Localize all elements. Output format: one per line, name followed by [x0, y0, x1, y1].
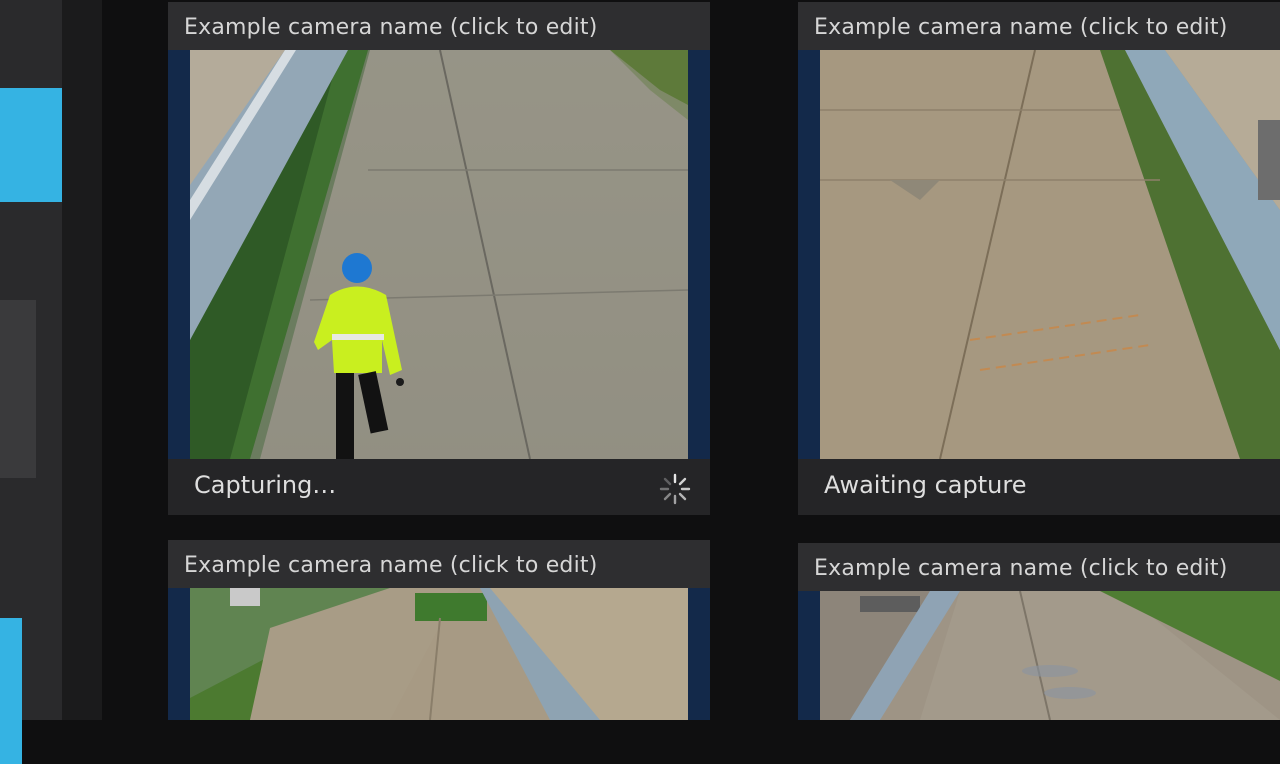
camera-status-bar: Awaiting capture	[798, 459, 1280, 515]
sidebar-item-selected[interactable]	[0, 618, 22, 764]
camera-name-editable[interactable]: Example camera name (click to edit)	[814, 15, 1228, 40]
camera-header: Example camera name (click to edit)	[168, 2, 710, 50]
sidebar-active-tab[interactable]	[0, 88, 62, 202]
camera-tile-2: Example camera name (click to edit) Awai…	[798, 2, 1280, 515]
camera-header: Example camera name (click to edit)	[798, 2, 1280, 50]
capture-status: Capturing…	[194, 471, 337, 499]
camera-name-editable[interactable]: Example camera name (click to edit)	[184, 553, 598, 578]
camera-feed-image	[820, 50, 1280, 459]
camera-preview[interactable]	[168, 588, 710, 720]
camera-tile-3: Example camera name (click to edit)	[168, 540, 710, 720]
camera-status-bar: Capturing…	[168, 459, 710, 515]
camera-preview[interactable]	[798, 50, 1280, 459]
camera-tile-4: Example camera name (click to edit)	[798, 543, 1280, 720]
camera-feed-image	[820, 591, 1280, 720]
camera-name-editable[interactable]: Example camera name (click to edit)	[814, 556, 1228, 581]
camera-tile-1: Example camera name (click to edit) Capt…	[168, 2, 710, 515]
camera-preview[interactable]	[168, 50, 710, 459]
camera-feed-image	[190, 50, 688, 459]
sidebar-item-slot[interactable]	[0, 300, 36, 764]
loading-spinner-icon	[658, 472, 692, 506]
sidebar-rail	[62, 0, 102, 720]
camera-preview[interactable]	[798, 591, 1280, 720]
camera-header: Example camera name (click to edit)	[168, 540, 710, 588]
sidebar	[0, 0, 62, 764]
camera-name-editable[interactable]: Example camera name (click to edit)	[184, 15, 598, 40]
camera-header: Example camera name (click to edit)	[798, 543, 1280, 591]
camera-feed-image	[190, 588, 688, 720]
capture-status: Awaiting capture	[824, 471, 1027, 499]
